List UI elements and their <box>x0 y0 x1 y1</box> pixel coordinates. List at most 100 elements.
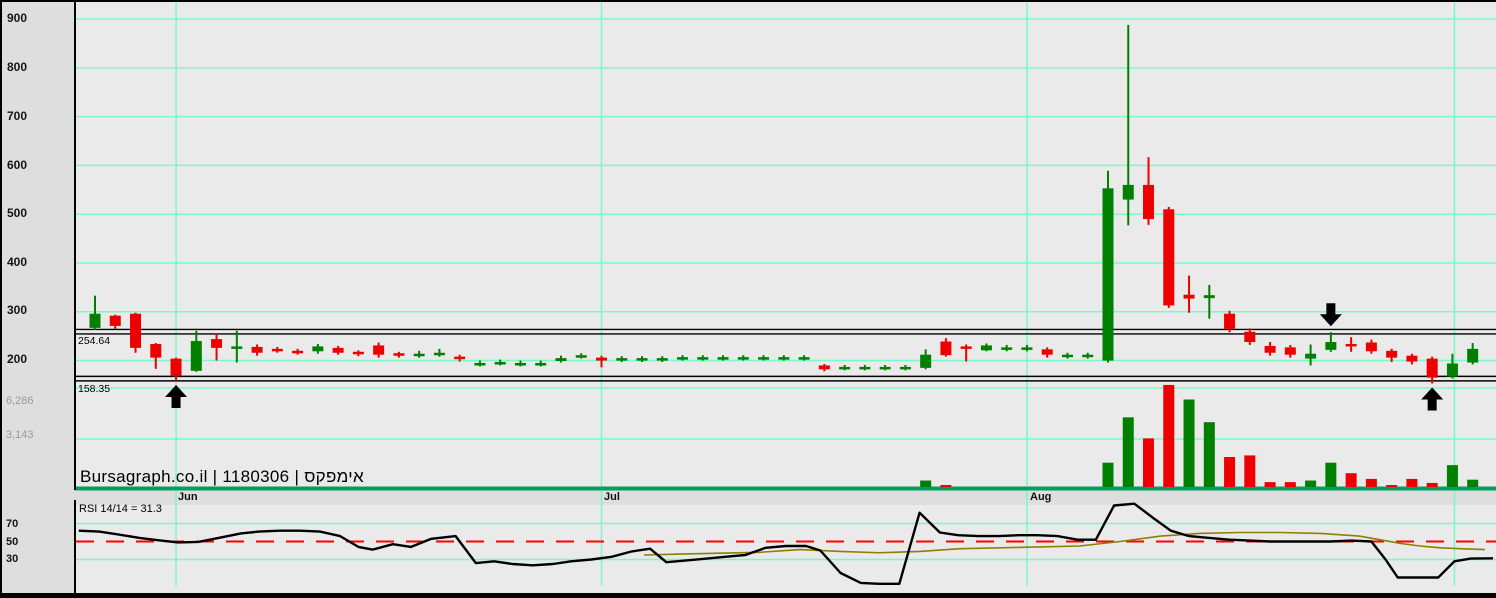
candle <box>636 358 648 361</box>
price-axis-label-700: 700 <box>7 109 28 123</box>
window-top-border <box>0 0 1496 2</box>
candle <box>1345 343 1357 347</box>
candle <box>1143 184 1155 220</box>
volume-bar <box>1224 457 1236 487</box>
level-label-254: 254.64 <box>78 335 111 347</box>
volume-bar <box>1183 399 1195 487</box>
volume-bar <box>1163 384 1175 487</box>
volume-bar <box>1284 482 1296 487</box>
rsi-indicator-label: RSI 14/14 = 31.3 <box>79 503 162 515</box>
candle <box>1467 348 1479 363</box>
candle <box>1021 347 1033 350</box>
candle <box>717 357 729 360</box>
candle <box>960 346 972 349</box>
candle <box>1325 342 1337 350</box>
rsi-pane-left-axis-line <box>74 500 76 593</box>
plot-backgrounds <box>75 2 1496 593</box>
candle <box>454 356 466 360</box>
candle <box>433 352 445 356</box>
chart-canvas <box>75 2 1496 593</box>
volume-bar <box>1203 422 1215 487</box>
volume-axis-label-high: 6,286 <box>6 395 34 407</box>
window-left-border <box>0 0 2 598</box>
volume-bar <box>1426 482 1438 487</box>
price-axis-label-300: 300 <box>7 303 28 317</box>
rsi-axis-label-50: 50 <box>6 536 19 548</box>
price-axis-label-200: 200 <box>7 352 28 366</box>
candle <box>1203 295 1215 299</box>
volume-bar <box>920 480 932 487</box>
candle <box>373 345 385 355</box>
volume-bar <box>1386 485 1398 487</box>
candle <box>474 362 486 366</box>
candle <box>798 357 810 360</box>
watermark-title: Bursagraph.co.il | 1180306 | אימפקס <box>80 467 364 486</box>
level-label-158: 158.35 <box>78 383 111 395</box>
candle <box>697 357 709 360</box>
candle <box>980 345 992 351</box>
candle <box>332 347 344 353</box>
volume-bar <box>1446 465 1458 487</box>
candle <box>1264 345 1276 353</box>
rsi-axis-label-70: 70 <box>6 518 19 530</box>
candle <box>1122 184 1134 200</box>
candle <box>1001 347 1013 350</box>
candle <box>575 355 587 358</box>
candle <box>1163 209 1175 306</box>
candle <box>494 362 506 365</box>
candle <box>271 348 283 352</box>
candle <box>170 358 182 376</box>
volume-bar <box>1406 478 1418 487</box>
bursagraph-chart-window: 900 800 700 600 500 400 300 200 6,286 3,… <box>0 0 1496 598</box>
candle <box>1102 188 1114 361</box>
candle <box>940 341 952 356</box>
candle <box>1224 313 1236 329</box>
candle <box>1406 355 1418 362</box>
x-axis-label-jul: Jul <box>604 491 620 503</box>
candle <box>352 351 364 355</box>
candle <box>616 358 628 361</box>
candle <box>211 339 223 348</box>
volume-bar <box>1102 462 1114 487</box>
volume-bar <box>1305 480 1317 487</box>
volume-bar <box>1467 479 1479 487</box>
candle <box>251 346 263 353</box>
candle <box>656 358 668 361</box>
price-axis-label-400: 400 <box>7 255 28 269</box>
volume-bar <box>940 485 952 487</box>
volume-bar <box>1345 473 1357 487</box>
candle <box>190 341 202 371</box>
x-axis-label-aug: Aug <box>1030 491 1052 503</box>
price-axis-label-800: 800 <box>7 60 28 74</box>
volume-bar <box>1122 417 1134 487</box>
x-axis-label-jun: Jun <box>178 491 198 503</box>
volume-axis-label-low: 3,143 <box>6 429 34 441</box>
price-axis-label-500: 500 <box>7 206 28 220</box>
candle <box>231 346 243 349</box>
candle <box>920 354 932 368</box>
candle <box>839 366 851 370</box>
volume-bar <box>1264 482 1276 487</box>
candle <box>737 357 749 360</box>
candle <box>1305 353 1317 359</box>
candle <box>555 358 567 362</box>
candle <box>1041 349 1053 355</box>
candle <box>879 366 891 370</box>
candle <box>899 366 911 370</box>
volume-bar <box>1365 478 1377 487</box>
candle <box>1284 347 1296 355</box>
candle <box>677 357 689 360</box>
candle <box>312 346 324 352</box>
volume-bar <box>1244 455 1256 487</box>
candle <box>1386 350 1398 358</box>
candle <box>1365 342 1377 352</box>
candle <box>109 315 121 326</box>
rsi-axis-label-30: 30 <box>6 553 19 565</box>
candle <box>1446 363 1458 377</box>
price-pane-left-axis-line <box>74 0 76 490</box>
candle <box>1183 294 1195 299</box>
candle <box>758 357 770 360</box>
candle <box>89 313 101 328</box>
candle <box>292 350 304 354</box>
volume-bar <box>1143 438 1155 487</box>
